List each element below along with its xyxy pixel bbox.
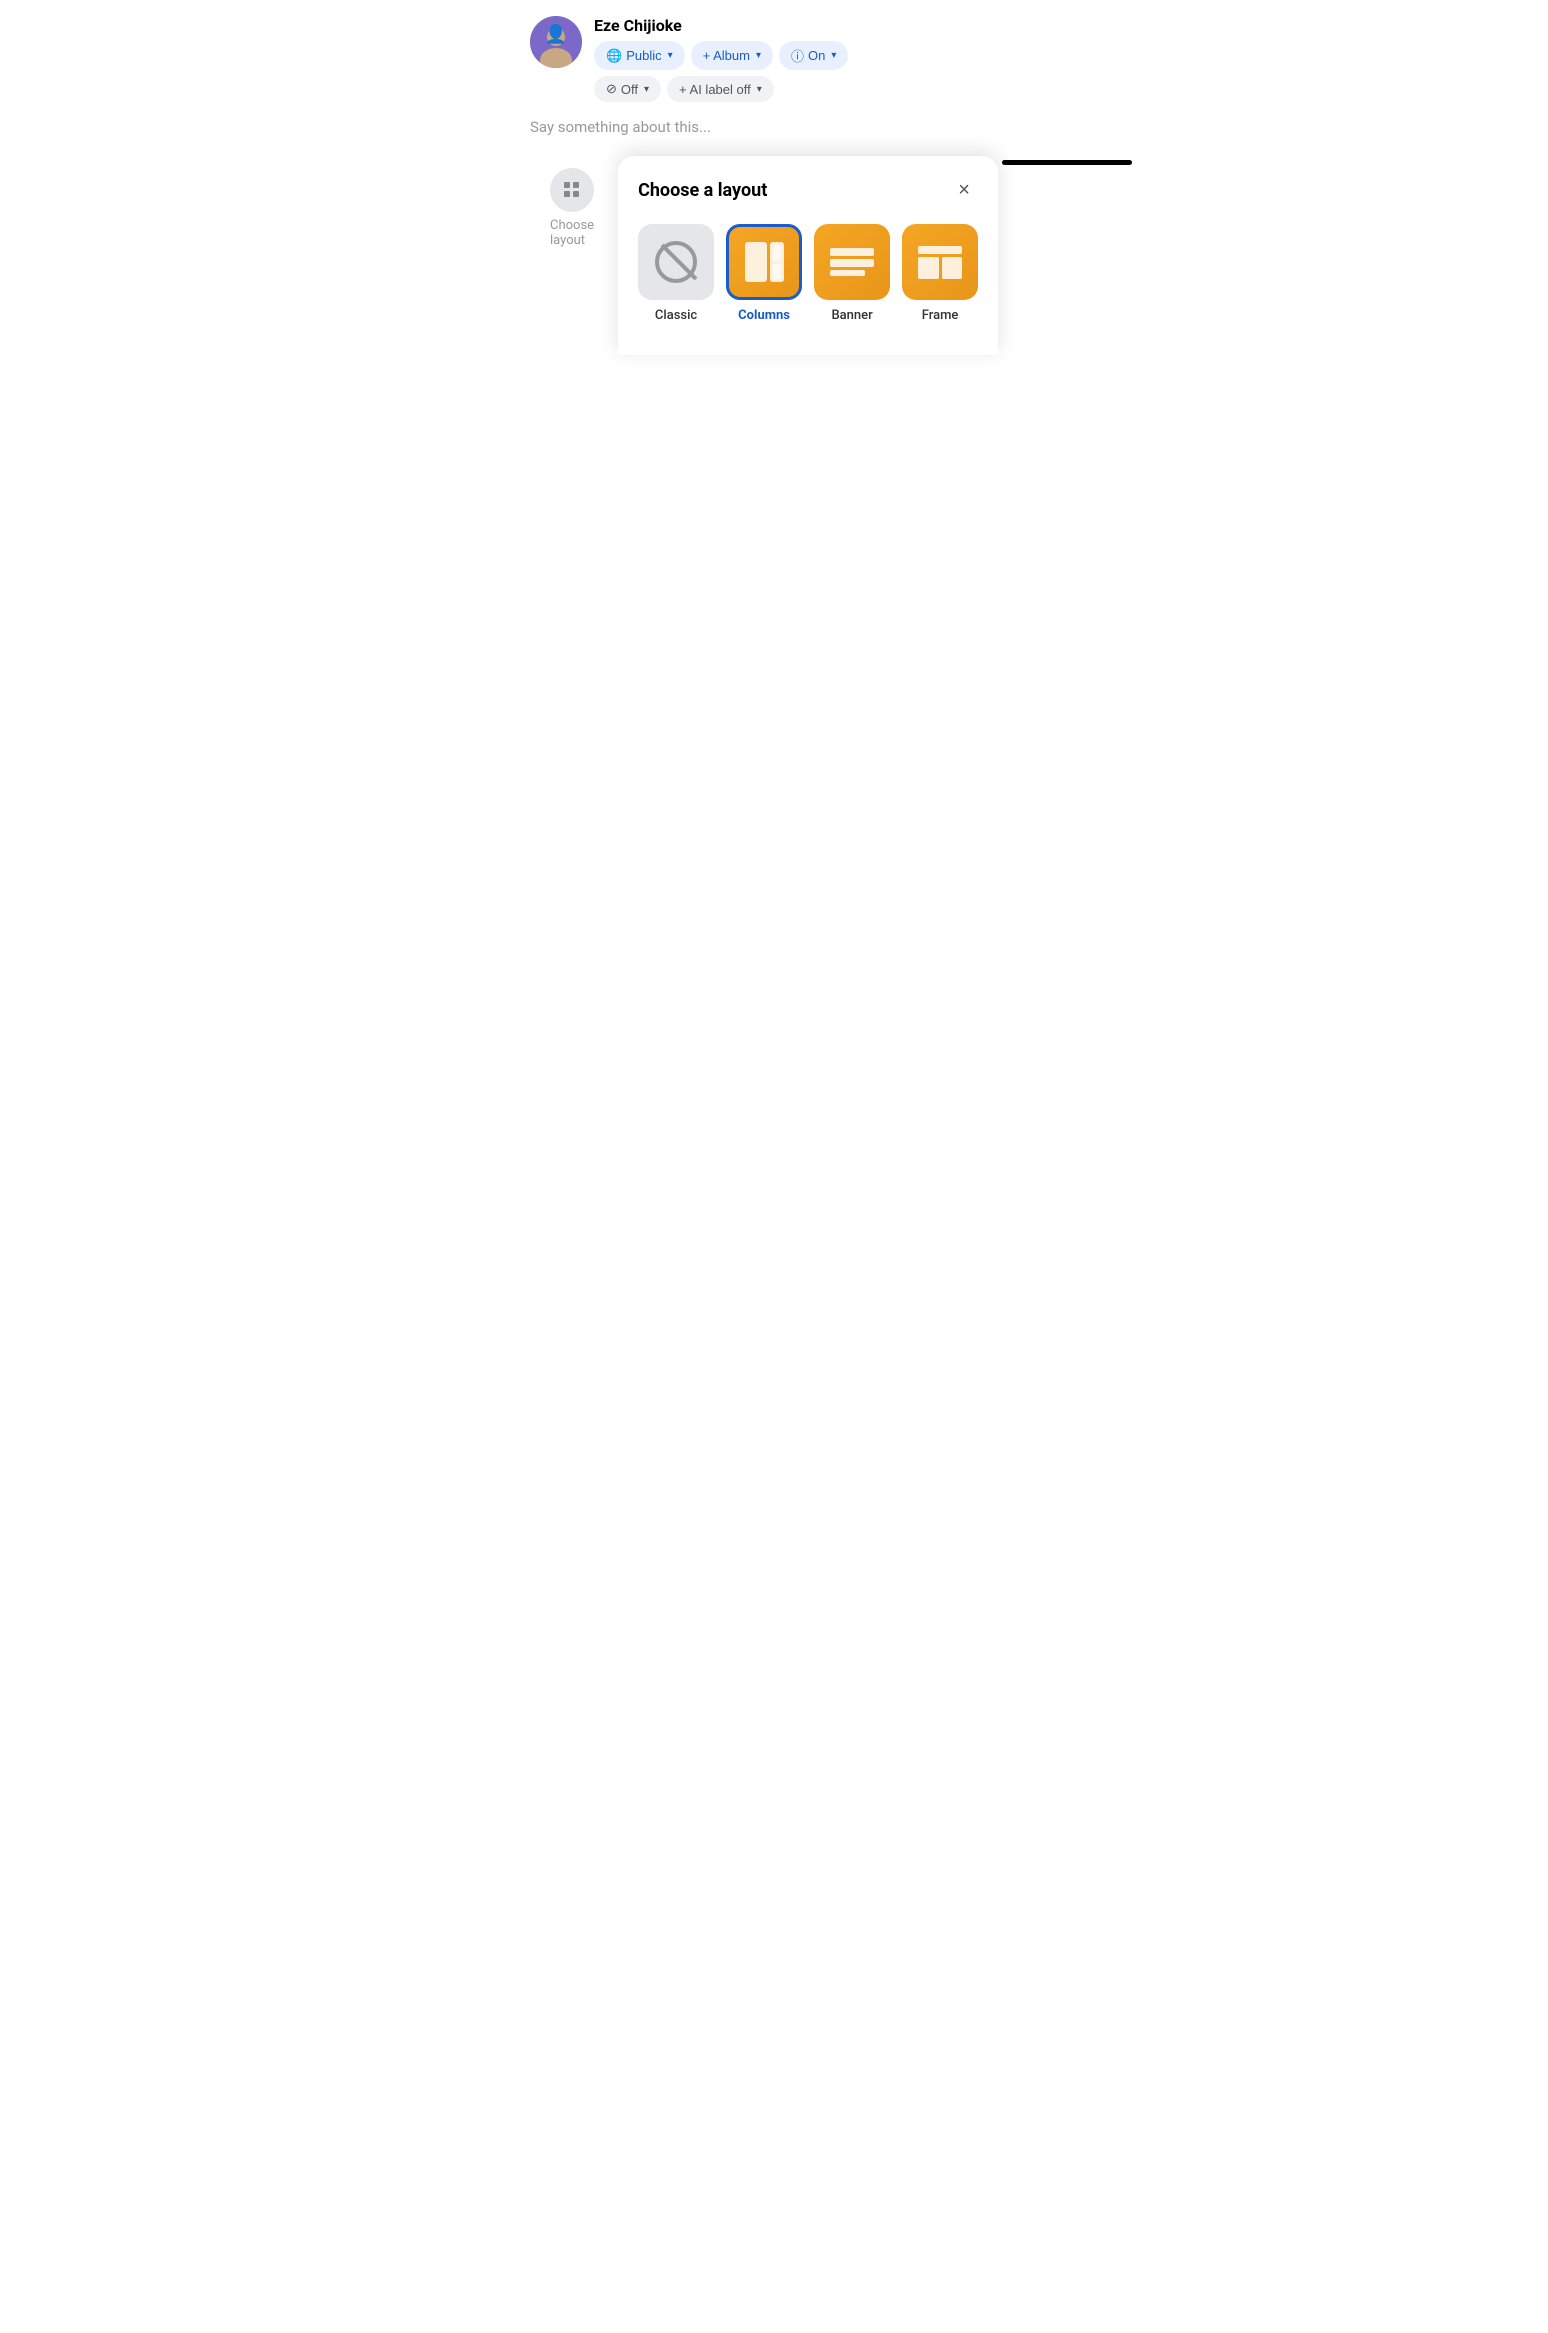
chevron-down-icon: ▾ bbox=[831, 50, 836, 61]
close-button[interactable]: × bbox=[950, 176, 978, 204]
ai-label-pill[interactable]: + AI label off ▾ bbox=[667, 76, 774, 102]
frame-icon bbox=[918, 246, 962, 279]
circle-off-icon: ⊘ bbox=[606, 81, 617, 97]
layout-columns-label: Columns bbox=[738, 308, 790, 323]
layout-frame-box bbox=[902, 224, 978, 300]
chevron-down-icon: ▾ bbox=[756, 50, 761, 61]
layout-classic-label: Classic bbox=[655, 308, 697, 323]
user-info: Eze Chijioke 🌐 Public ▾ + Album ▾ ⓘ On ▾… bbox=[594, 16, 848, 102]
post-header: 👤 Eze Chijioke 🌐 Public ▾ + Album ▾ ⓘ On… bbox=[514, 0, 1034, 110]
home-bar bbox=[1002, 160, 1132, 165]
layout-options: Classic Columns bbox=[638, 224, 978, 323]
svg-text:👤: 👤 bbox=[545, 23, 567, 45]
chevron-down-icon: ▾ bbox=[757, 84, 762, 95]
layout-option-classic[interactable]: Classic bbox=[638, 224, 714, 323]
chevron-down-icon: ▾ bbox=[668, 50, 673, 61]
classic-icon bbox=[655, 241, 697, 283]
photo-grid: ✏️ Edit (3) bbox=[514, 148, 1034, 355]
close-icon: × bbox=[958, 179, 970, 202]
user-name: Eze Chijioke bbox=[594, 16, 848, 35]
layout-banner-box bbox=[814, 224, 890, 300]
sheet-title: Choose a layout bbox=[638, 180, 767, 201]
layout-banner-label: Banner bbox=[831, 308, 872, 323]
avatar-image: 👤 bbox=[530, 16, 582, 68]
choose-layout-area: Choose layout bbox=[534, 148, 610, 355]
info-icon: ⓘ bbox=[791, 46, 804, 65]
banner-icon bbox=[830, 248, 874, 276]
pills-row-2: ⊘ Off ▾ + AI label off ▾ bbox=[594, 76, 848, 102]
pills-row-1: 🌐 Public ▾ + Album ▾ ⓘ On ▾ bbox=[594, 41, 848, 70]
bottom-sheet: Choose a layout × Classic bbox=[618, 156, 998, 355]
choose-layout-label: Choose layout bbox=[550, 218, 594, 248]
sheet-header: Choose a layout × bbox=[638, 176, 978, 204]
layout-option-columns[interactable]: Columns bbox=[726, 224, 802, 323]
on-pill[interactable]: ⓘ On ▾ bbox=[779, 41, 848, 70]
avatar: 👤 bbox=[530, 16, 582, 68]
album-pill[interactable]: + Album ▾ bbox=[691, 41, 773, 70]
off-pill[interactable]: ⊘ Off ▾ bbox=[594, 76, 661, 102]
public-pill[interactable]: 🌐 Public ▾ bbox=[594, 41, 685, 70]
layout-option-banner[interactable]: Banner bbox=[814, 224, 890, 323]
chevron-down-icon: ▾ bbox=[644, 84, 649, 95]
layout-frame-label: Frame bbox=[922, 308, 959, 323]
columns-icon bbox=[745, 242, 784, 282]
layout-classic-box bbox=[638, 224, 714, 300]
globe-icon: 🌐 bbox=[606, 48, 622, 64]
layout-columns-box bbox=[726, 224, 802, 300]
grid-icon bbox=[564, 182, 580, 198]
layout-option-frame[interactable]: Frame bbox=[902, 224, 978, 323]
home-indicator bbox=[1002, 148, 1132, 355]
choose-layout-button[interactable] bbox=[550, 168, 594, 212]
caption-area[interactable]: Say something about this... bbox=[514, 110, 1034, 148]
